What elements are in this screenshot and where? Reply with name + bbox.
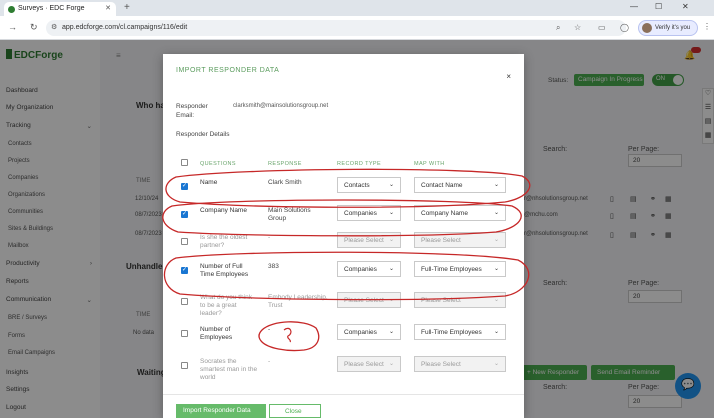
- site-info-icon[interactable]: ⚙: [51, 23, 57, 31]
- response-text: Embody Leadership, Trust: [268, 294, 328, 309]
- close-tab-icon[interactable]: ✕: [105, 4, 111, 12]
- response-header: RESPONSE: [268, 161, 302, 167]
- import-responder-modal: IMPORT RESPONDER DATA × Responder Email:…: [163, 54, 524, 418]
- modal-divider: [163, 394, 524, 395]
- browser-menu-icon[interactable]: ⋮: [703, 22, 711, 31]
- record-type-select[interactable]: Companies ⌄: [337, 205, 401, 221]
- url-field[interactable]: ⚙ app.edcforge.com/cl.campaigns/116/edit: [46, 20, 626, 36]
- question-text: Number of Full Time Employees: [200, 263, 249, 278]
- back-icon[interactable]: →: [8, 22, 17, 32]
- response-text: Clark Smith: [268, 179, 302, 186]
- address-bar: → ↻ ⚙ app.edcforge.com/cl.campaigns/116/…: [0, 16, 714, 40]
- close-button[interactable]: Close: [269, 404, 321, 418]
- record-type-select[interactable]: Please Select ⌄: [337, 356, 401, 372]
- response-text: -: [268, 234, 271, 241]
- modal-title: IMPORT RESPONDER DATA: [176, 67, 280, 74]
- chevron-down-icon: ⌄: [388, 210, 394, 216]
- new-tab-button[interactable]: +: [124, 2, 130, 13]
- chevron-down-icon: ⌄: [388, 297, 394, 303]
- map-with-header: MAP WITH: [414, 161, 445, 167]
- browser-tab-bar: Surveys · EDC Forge ✕ + — ☐ ✕: [0, 0, 714, 16]
- question-text: Company Name: [200, 207, 247, 214]
- chevron-down-icon: ⌄: [493, 297, 499, 303]
- response-text: -: [268, 358, 271, 365]
- reload-icon[interactable]: ↻: [30, 22, 38, 33]
- chevron-down-icon: ⌄: [493, 182, 499, 188]
- response-text: 383: [268, 263, 279, 270]
- responder-details-label: Responder Details: [176, 131, 230, 138]
- import-responder-data-button[interactable]: Import Responder Data: [176, 404, 266, 418]
- chevron-down-icon: ⌄: [493, 329, 499, 335]
- question-text: Is she the oldest partner?: [200, 234, 248, 249]
- map-with-select[interactable]: Contact Name ⌄: [414, 177, 506, 193]
- search-icon[interactable]: ⌕: [556, 23, 560, 33]
- chevron-down-icon: ⌄: [388, 237, 394, 243]
- record-type-select[interactable]: Please Select ⌄: [337, 292, 401, 308]
- row-checkbox[interactable]: [181, 210, 188, 218]
- chevron-down-icon: ⌄: [388, 182, 394, 188]
- chevron-down-icon: ⌄: [493, 361, 499, 367]
- map-with-select[interactable]: Full-Time Employees ⌄: [414, 324, 506, 340]
- close-icon[interactable]: ×: [506, 72, 511, 81]
- map-with-select[interactable]: Please Select ⌄: [414, 356, 506, 372]
- record-type-header: RECORD TYPE: [337, 161, 382, 167]
- chevron-down-icon: ⌄: [388, 266, 394, 272]
- question-text: Number of Employees: [200, 326, 233, 341]
- avatar: [642, 23, 652, 33]
- verify-identity-button[interactable]: Verify it's you: [638, 20, 698, 36]
- map-with-select[interactable]: Please Select ⌄: [414, 292, 506, 308]
- question-text: What do you think to be a great leader?: [200, 294, 253, 317]
- favicon-icon: [8, 6, 15, 13]
- record-type-select[interactable]: Contacts ⌄: [337, 177, 401, 193]
- url-text: app.edcforge.com/cl.campaigns/116/edit: [62, 24, 188, 31]
- verify-label: Verify it's you: [655, 25, 691, 31]
- responder-email-label: Responder Email:: [176, 103, 208, 119]
- record-type-select[interactable]: Companies ⌄: [337, 324, 401, 340]
- chevron-down-icon: ⌄: [493, 237, 499, 243]
- questions-header: QUESTIONS: [200, 161, 236, 167]
- row-checkbox[interactable]: [181, 330, 188, 337]
- response-text: Main Solutions Group: [268, 207, 311, 222]
- row-checkbox[interactable]: [181, 362, 188, 369]
- response-text: -: [268, 326, 271, 333]
- bookmark-star-icon[interactable]: ☆: [574, 23, 581, 32]
- profile-icon[interactable]: ◯: [620, 23, 629, 32]
- responder-email-value: clarksmith@mainsolutionsgroup.net: [233, 103, 329, 109]
- row-checkbox[interactable]: [181, 182, 188, 190]
- minimize-icon[interactable]: —: [630, 2, 638, 11]
- question-text: Socrates the smartest man in the world: [200, 358, 258, 381]
- record-type-select[interactable]: Companies ⌄: [337, 261, 401, 277]
- chevron-down-icon: ⌄: [493, 210, 499, 216]
- select-all-checkbox[interactable]: [181, 159, 188, 166]
- tab-title: Surveys · EDC Forge: [18, 5, 85, 12]
- row-checkbox[interactable]: [181, 298, 188, 305]
- map-with-select[interactable]: Company Name ⌄: [414, 205, 506, 221]
- record-type-select[interactable]: Please Select ⌄: [337, 232, 401, 248]
- map-with-select[interactable]: Please Select ⌄: [414, 232, 506, 248]
- maximize-icon[interactable]: ☐: [655, 2, 662, 11]
- row-checkbox[interactable]: [181, 266, 188, 274]
- chevron-down-icon: ⌄: [388, 329, 394, 335]
- row-checkbox[interactable]: [181, 238, 188, 245]
- chevron-down-icon: ⌄: [388, 361, 394, 367]
- close-window-icon[interactable]: ✕: [682, 2, 689, 11]
- browser-tab[interactable]: Surveys · EDC Forge ✕: [4, 2, 116, 16]
- chevron-down-icon: ⌄: [493, 266, 499, 272]
- extensions-icon[interactable]: ▭: [598, 23, 606, 32]
- map-with-select[interactable]: Full-Time Employees ⌄: [414, 261, 506, 277]
- question-text: Name: [200, 179, 218, 186]
